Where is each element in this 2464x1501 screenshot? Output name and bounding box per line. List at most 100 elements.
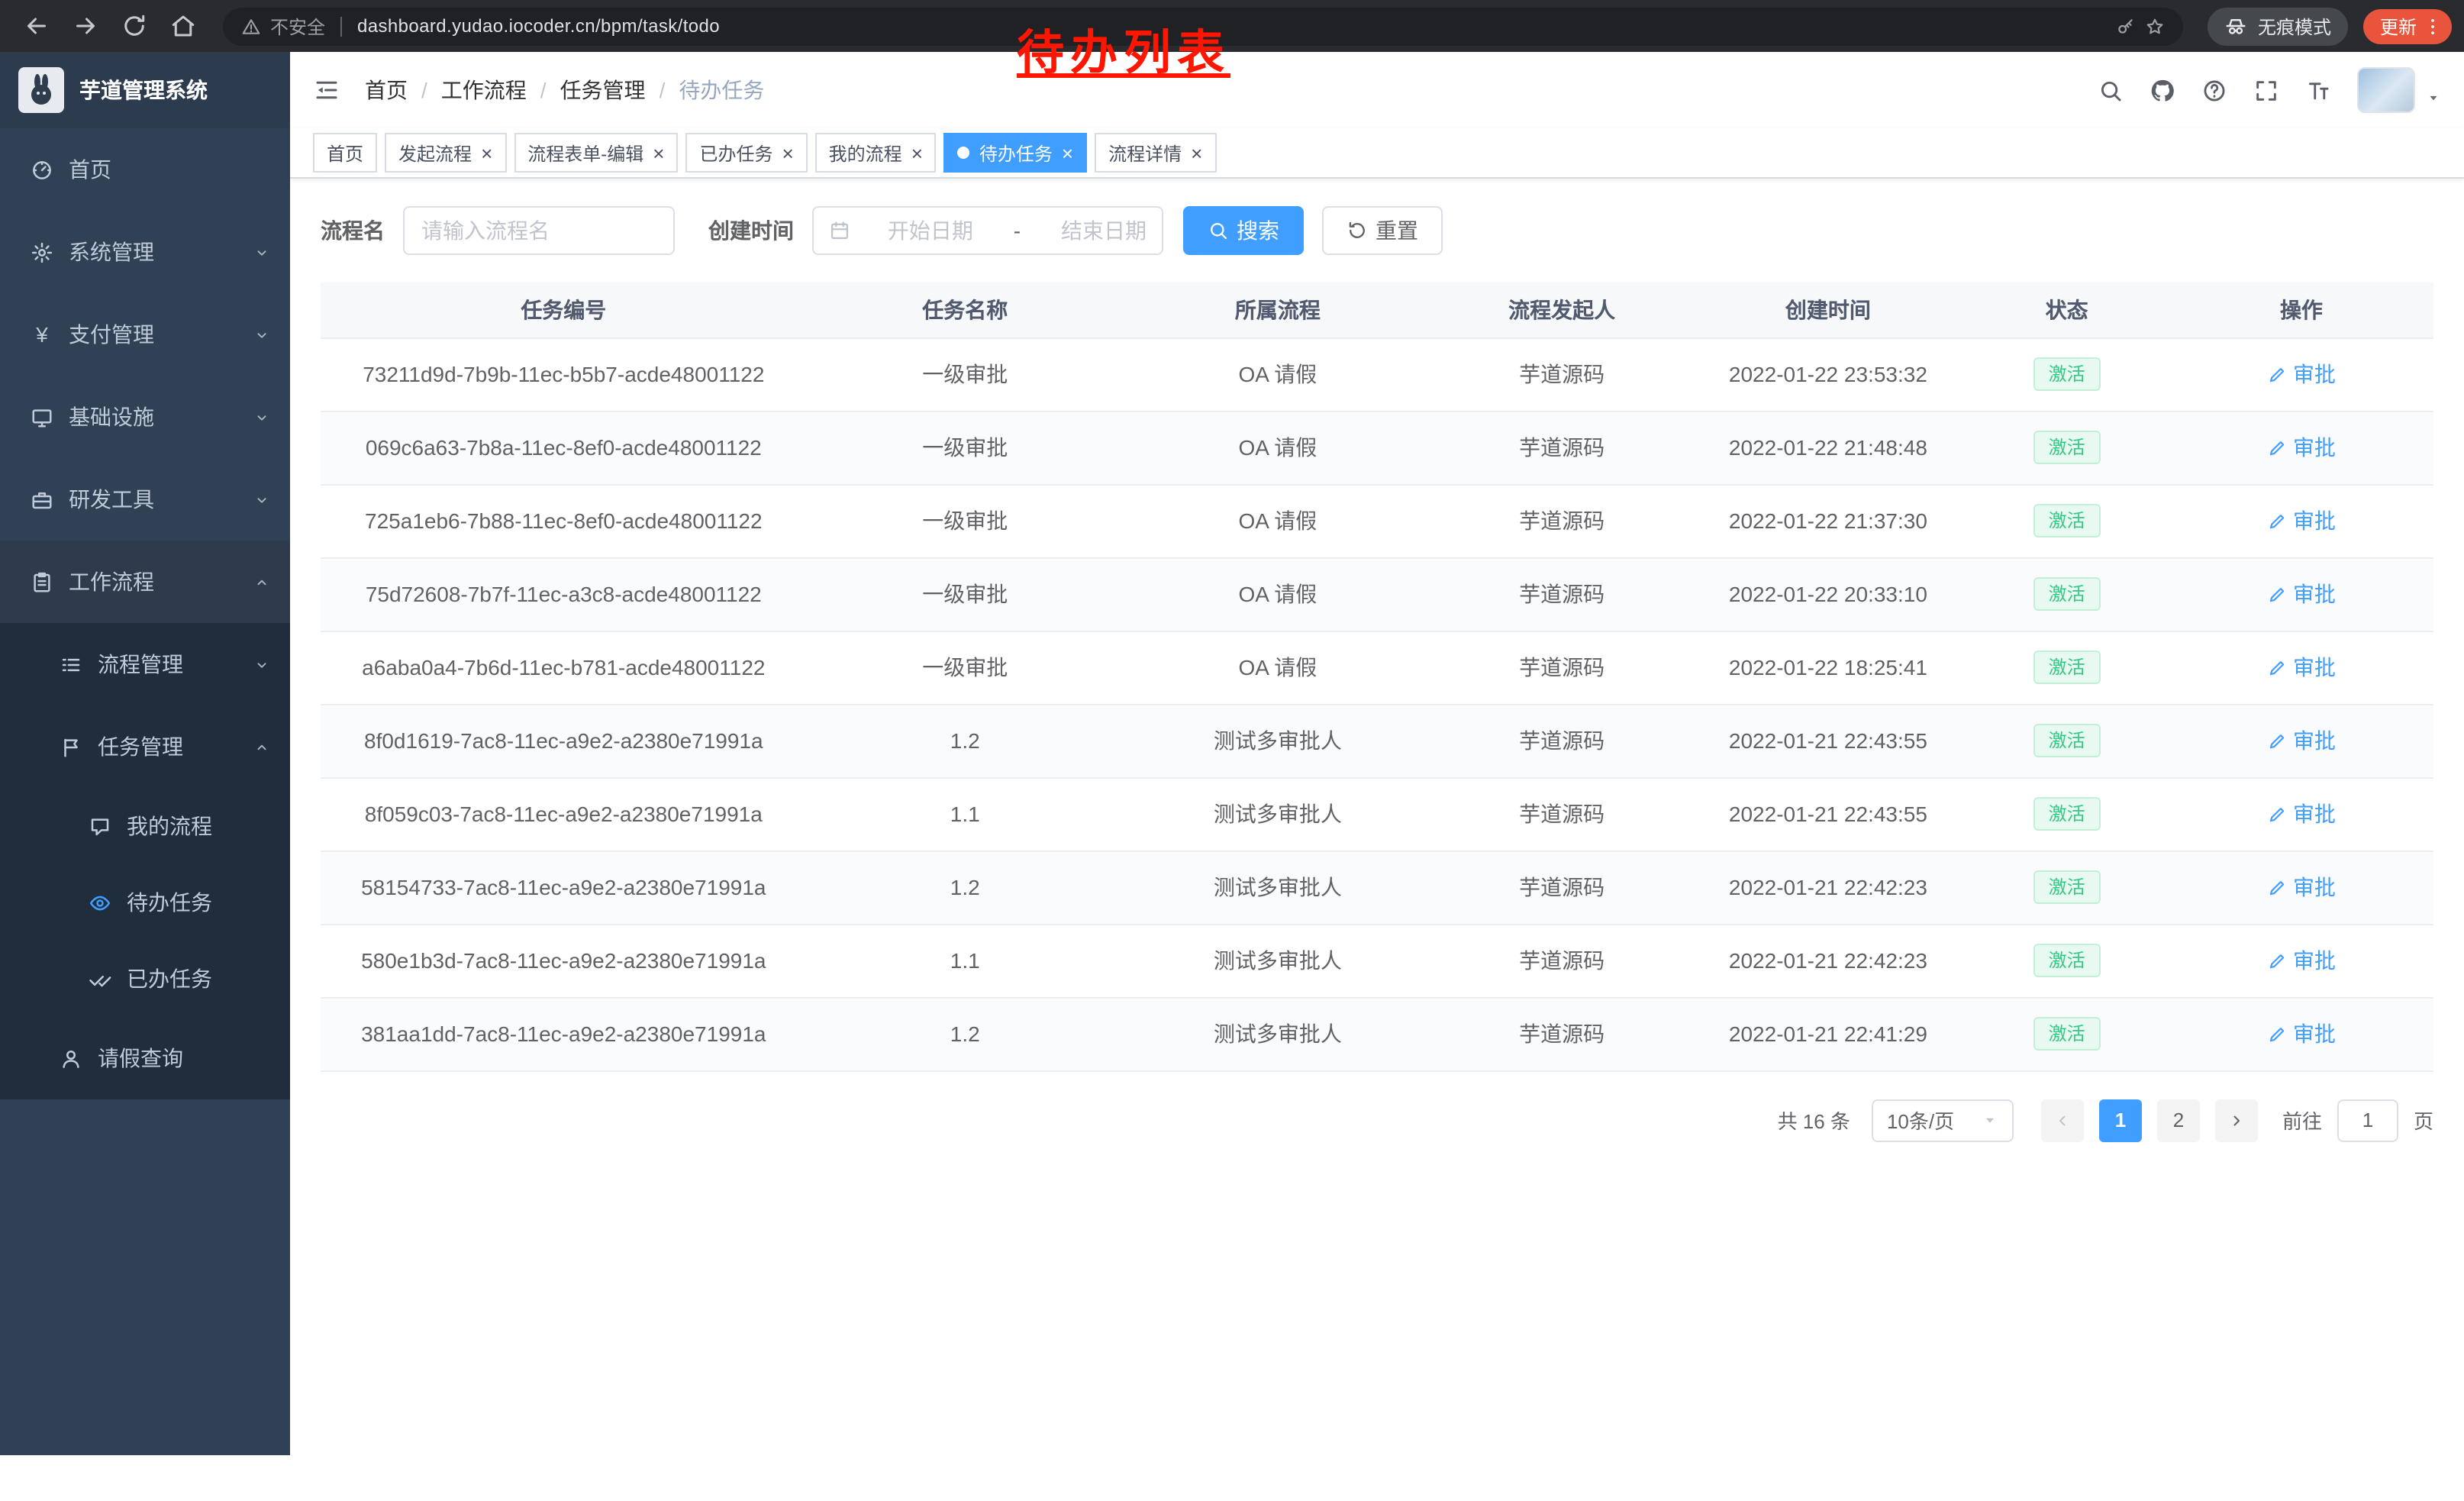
fullscreen-icon[interactable]	[2253, 77, 2279, 103]
sidebar-item-label: 流程管理	[98, 649, 183, 679]
bookmark-star-icon[interactable]	[2145, 16, 2165, 36]
task-id-cell: 8f0d1619-7ac8-11ec-a9e2-a2380e71991a	[321, 704, 807, 777]
page-size-value: 10条/页	[1887, 1106, 1954, 1135]
tab-label: 待办任务	[979, 140, 1053, 166]
next-page-button[interactable]	[2215, 1099, 2258, 1141]
app-logo[interactable]: 芋道管理系统	[0, 52, 290, 128]
sidebar-item-my-process[interactable]: 我的流程	[0, 788, 290, 864]
sidebar-item-process-mgmt[interactable]: 流程管理	[0, 623, 290, 705]
status-cell: 激活	[1964, 704, 2169, 777]
sidebar-item-todo-task[interactable]: 待办任务	[0, 864, 290, 941]
sidebar-item-task-mgmt[interactable]: 任务管理	[0, 705, 290, 788]
app-title: 芋道管理系统	[79, 75, 208, 105]
process-cell: OA 请假	[1124, 337, 1432, 411]
search-button[interactable]: 搜索	[1183, 206, 1304, 255]
avatar-caret-icon[interactable]	[2426, 90, 2441, 105]
approve-link[interactable]: 审批	[2267, 579, 2336, 609]
chevron-up-icon	[253, 738, 270, 755]
tab-close-icon[interactable]: ×	[1191, 143, 1202, 163]
approve-link[interactable]: 审批	[2267, 872, 2336, 902]
github-icon[interactable]	[2150, 77, 2175, 103]
approve-link[interactable]: 审批	[2267, 652, 2336, 683]
goto-page-input[interactable]: 1	[2337, 1099, 2398, 1141]
page-size-select[interactable]: 10条/页	[1872, 1099, 2014, 1141]
help-icon[interactable]	[2201, 77, 2227, 103]
forward-icon[interactable]	[72, 12, 99, 40]
page-button-1[interactable]: 1	[2099, 1099, 2142, 1141]
created-at-cell: 2022-01-22 21:48:48	[1692, 411, 1964, 484]
tab-form-edit[interactable]: 流程表单-编辑×	[514, 133, 678, 173]
approve-link[interactable]: 审批	[2267, 799, 2336, 829]
task-icon	[60, 735, 82, 758]
task-name-cell: 一级审批	[807, 557, 1124, 631]
main-area: 首页/工作流程/任务管理/待办任务 首页发起流程×流程表单-编辑×已办任务×我的…	[290, 52, 2464, 1501]
tab-close-icon[interactable]: ×	[653, 143, 664, 163]
tab-done-task[interactable]: 已办任务×	[685, 133, 807, 173]
created-at-cell: 2022-01-22 18:25:41	[1692, 631, 1964, 704]
sidebar-item-workflow[interactable]: 工作流程	[0, 541, 290, 623]
approve-label: 审批	[2293, 725, 2336, 756]
table-row: a6aba0a4-7b6d-11ec-b781-acde48001122一级审批…	[321, 631, 2433, 704]
sidebar-item-label: 支付管理	[69, 319, 154, 350]
approve-label: 审批	[2293, 432, 2336, 463]
tab-process-detail[interactable]: 流程详情×	[1095, 133, 1216, 173]
table-row: 73211d9d-7b9b-11ec-b5b7-acde48001122一级审批…	[321, 337, 2433, 411]
sidebar-item-payment[interactable]: ¥支付管理	[0, 293, 290, 376]
process-name-input[interactable]: 请输入流程名	[403, 206, 675, 255]
user-avatar[interactable]	[2357, 67, 2415, 113]
chevron-down-icon	[253, 244, 270, 260]
approve-link[interactable]: 审批	[2267, 505, 2336, 536]
approve-link[interactable]: 审批	[2267, 725, 2336, 756]
sidebar-item-done-task[interactable]: 已办任务	[0, 941, 290, 1017]
pencil-icon	[2267, 584, 2287, 604]
breadcrumb-item[interactable]: 工作流程	[441, 75, 527, 105]
tab-close-icon[interactable]: ×	[1062, 143, 1073, 163]
process-cell: 测试多审批人	[1124, 777, 1432, 851]
date-range-picker[interactable]: 开始日期 - 结束日期	[812, 206, 1163, 255]
created-at-cell: 2022-01-21 22:41:29	[1692, 997, 1964, 1070]
back-icon[interactable]	[23, 12, 50, 40]
sidebar-item-infrastructure[interactable]: 基础设施	[0, 376, 290, 458]
approve-link[interactable]: 审批	[2267, 359, 2336, 389]
tab-close-icon[interactable]: ×	[481, 143, 492, 163]
search-icon[interactable]	[2098, 77, 2124, 103]
pagination: 共 16 条10条/页12前往1页	[321, 1099, 2433, 1141]
update-button[interactable]: 更新	[2363, 8, 2452, 44]
approve-link[interactable]: 审批	[2267, 432, 2336, 463]
created-at-cell: 2022-01-21 22:43:55	[1692, 704, 1964, 777]
column-header-0: 任务编号	[321, 282, 807, 337]
tab-home[interactable]: 首页	[313, 133, 377, 173]
sidebar-item-devtools[interactable]: 研发工具	[0, 458, 290, 541]
page-button-2[interactable]: 2	[2157, 1099, 2200, 1141]
sidebar-item-leave-query[interactable]: 请假查询	[0, 1017, 290, 1099]
task-id-cell: 58154733-7ac8-11ec-a9e2-a2380e71991a	[321, 851, 807, 924]
sidebar-item-label: 待办任务	[127, 887, 212, 918]
column-header-6: 操作	[2169, 282, 2433, 337]
task-id-cell: 73211d9d-7b9b-11ec-b5b7-acde48001122	[321, 337, 807, 411]
approve-link[interactable]: 审批	[2267, 1018, 2336, 1049]
status-cell: 激活	[1964, 851, 2169, 924]
sidebar-item-system[interactable]: 系统管理	[0, 211, 290, 293]
double-check-icon	[89, 967, 111, 990]
tab-close-icon[interactable]: ×	[782, 143, 793, 163]
initiator-cell: 芋道源码	[1432, 997, 1692, 1070]
tab-todo-task[interactable]: 待办任务 ×	[944, 133, 1087, 173]
reset-button[interactable]: 重置	[1322, 206, 1443, 255]
font-size-icon[interactable]	[2305, 77, 2331, 103]
breadcrumb-item[interactable]: 首页	[365, 75, 408, 105]
reload-icon[interactable]	[121, 12, 148, 40]
home-icon[interactable]	[169, 12, 197, 40]
status-badge: 激活	[2033, 944, 2101, 977]
password-key-icon[interactable]	[2116, 16, 2136, 36]
approve-link[interactable]: 审批	[2267, 945, 2336, 976]
tab-my-process[interactable]: 我的流程×	[815, 133, 937, 173]
tab-start-process[interactable]: 发起流程×	[385, 133, 506, 173]
sidebar-toggle-icon[interactable]	[313, 76, 340, 104]
browser-menu-dots-icon[interactable]	[2421, 15, 2444, 37]
task-name-cell: 一级审批	[807, 484, 1124, 557]
sidebar-item-home[interactable]: 首页	[0, 128, 290, 211]
tab-close-icon[interactable]: ×	[911, 143, 923, 163]
incognito-icon	[2224, 15, 2247, 37]
breadcrumb-item[interactable]: 任务管理	[560, 75, 646, 105]
created-at-cell: 2022-01-21 22:42:23	[1692, 924, 1964, 997]
